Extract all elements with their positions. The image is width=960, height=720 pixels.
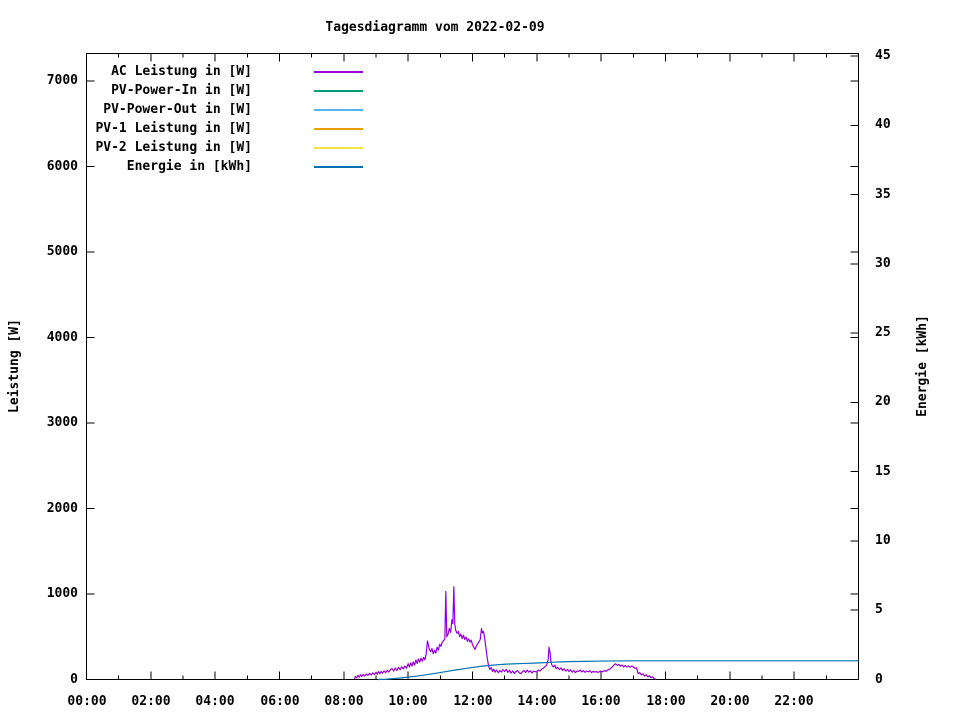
x-axis-tick-label: 22:00 [774, 694, 814, 709]
x-axis-tick-label: 08:00 [324, 694, 364, 709]
legend-line-sample [314, 147, 363, 149]
daily-pv-chart: Tagesdiagramm vom 2022-02-09 Leistung [W… [0, 0, 960, 720]
legend-label: AC Leistung in [W] [111, 64, 252, 79]
legend-item-pv-1-leistung-in-w: PV-1 Leistung in [W] [0, 120, 420, 139]
series-line-ac-leistung-in-w [353, 586, 657, 680]
right-axis-tick-label: 45 [875, 48, 891, 63]
legend-label: PV-2 Leistung in [W] [95, 140, 252, 155]
x-axis-tick-label: 20:00 [710, 694, 750, 709]
left-axis-tick-label: 5000 [46, 244, 78, 259]
right-axis-tick-label: 0 [875, 672, 883, 687]
x-axis-tick-label: 16:00 [581, 694, 621, 709]
x-axis-tick-label: 18:00 [646, 694, 686, 709]
right-axis-tick-label: 5 [875, 602, 883, 617]
right-axis-tick-label: 25 [875, 325, 891, 340]
legend-item-pv-2-leistung-in-w: PV-2 Leistung in [W] [0, 139, 420, 158]
legend-line-sample [314, 166, 363, 168]
legend-item-pv-power-out-in-w: PV-Power-Out in [W] [0, 101, 420, 120]
right-axis-tick-label: 35 [875, 187, 891, 202]
left-axis-tick-label: 1000 [46, 586, 78, 601]
left-axis-tick-label: 3000 [46, 415, 78, 430]
legend-label: PV-1 Leistung in [W] [95, 121, 252, 136]
legend-line-sample [314, 128, 363, 130]
left-axis-tick-label: 6000 [46, 159, 78, 174]
left-axis-tick-label: 7000 [46, 73, 78, 88]
right-axis-tick-label: 10 [875, 533, 891, 548]
legend-label: Energie in [kWh] [126, 159, 252, 174]
right-axis-title: Energie [kWh] [915, 315, 930, 417]
x-axis-tick-label: 06:00 [260, 694, 300, 709]
right-axis-tick-label: 30 [875, 256, 891, 271]
legend-line-sample [314, 90, 363, 92]
series-line-energie-in-kwh [377, 660, 859, 681]
left-axis-title: Leistung [W] [7, 319, 22, 413]
x-axis-tick-label: 14:00 [517, 694, 557, 709]
right-axis-tick-label: 40 [875, 117, 891, 132]
left-axis-tick-label: 4000 [46, 330, 78, 345]
right-axis-tick-label: 15 [875, 464, 891, 479]
x-axis-tick-label: 12:00 [453, 694, 493, 709]
legend-label: PV-Power-Out in [W] [103, 102, 252, 117]
x-axis-tick-label: 04:00 [195, 694, 235, 709]
legend-line-sample [314, 71, 363, 73]
left-axis-tick-label: 2000 [46, 501, 78, 516]
legend-label: PV-Power-In in [W] [111, 83, 252, 98]
legend-line-sample [314, 109, 363, 111]
left-axis-tick-label: 0 [70, 672, 78, 687]
right-axis-tick-label: 20 [875, 394, 891, 409]
chart-title: Tagesdiagramm vom 2022-02-09 [325, 20, 545, 35]
x-axis-tick-label: 02:00 [131, 694, 171, 709]
x-axis-tick-label: 10:00 [388, 694, 428, 709]
x-axis-tick-label: 00:00 [67, 694, 107, 709]
